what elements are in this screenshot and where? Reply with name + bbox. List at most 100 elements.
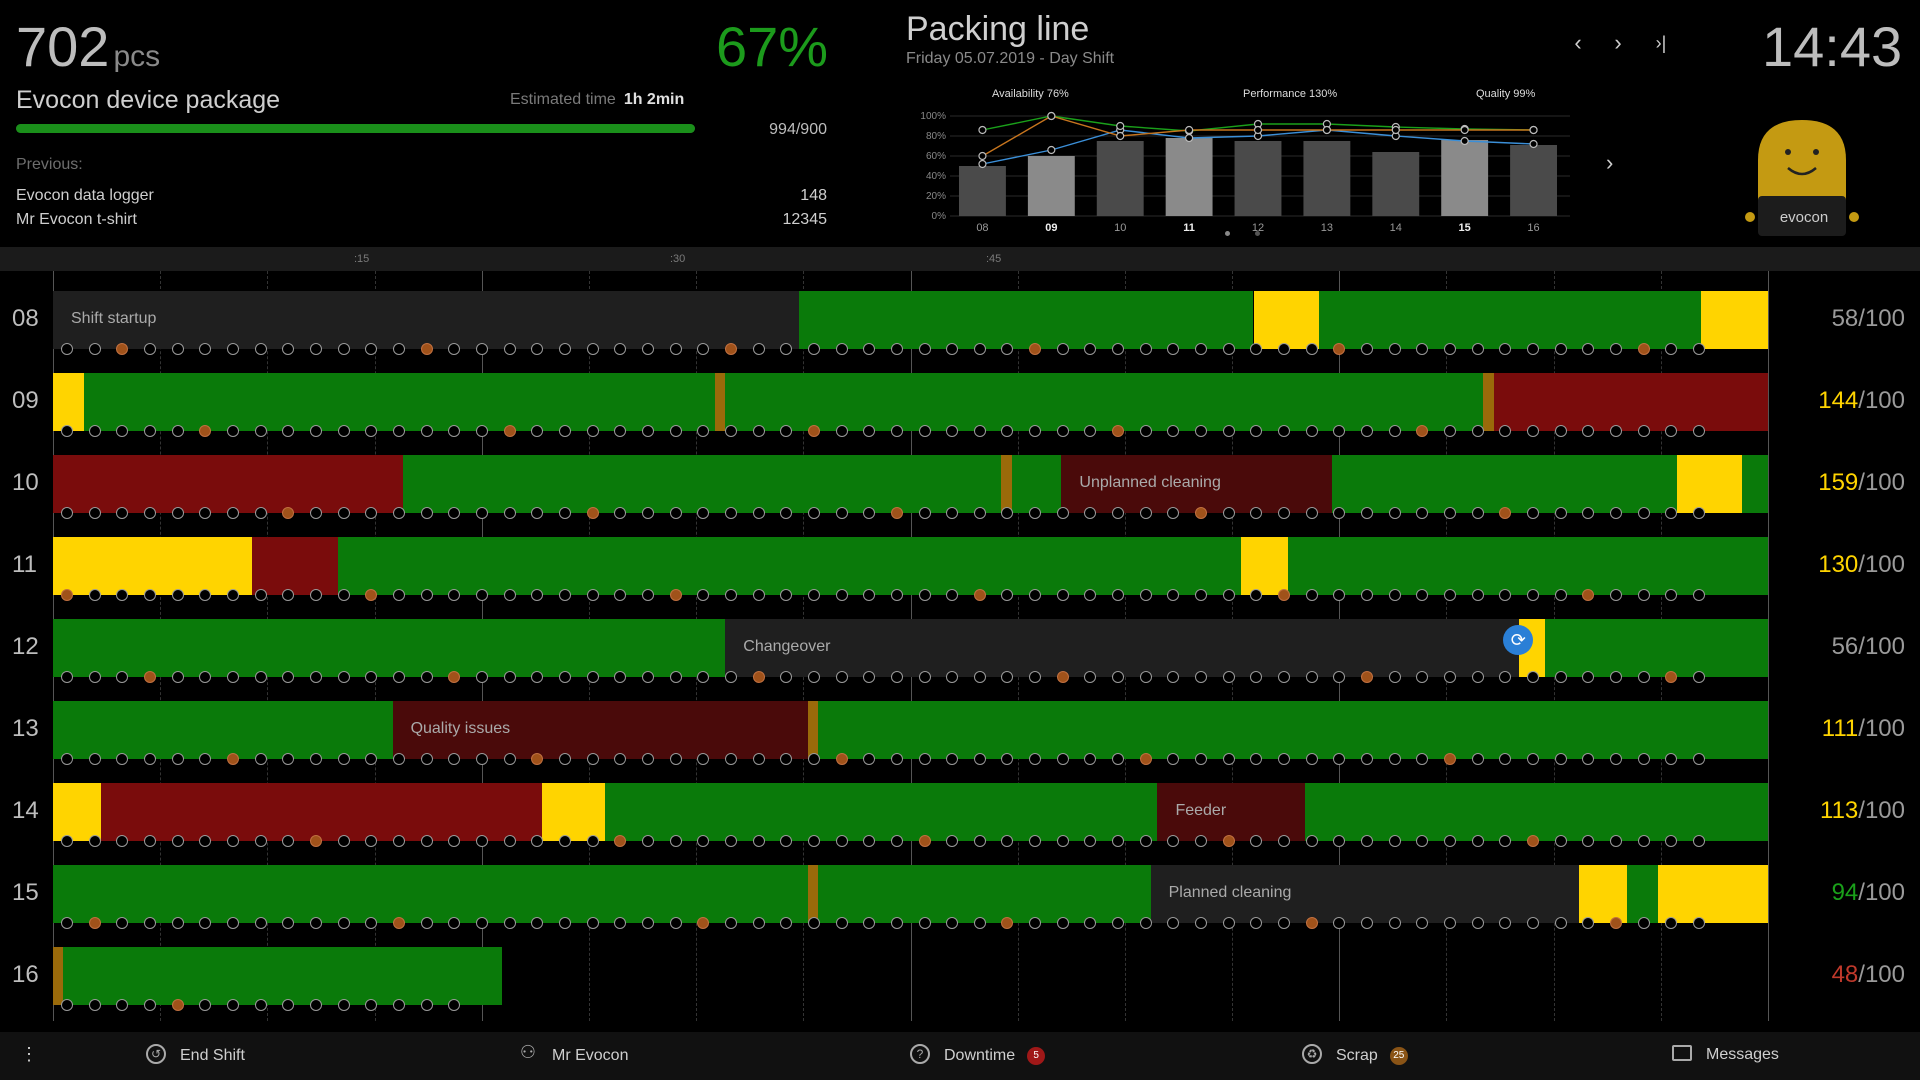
cycle-dot[interactable] [1112, 507, 1125, 519]
cycle-dot[interactable] [1554, 343, 1567, 355]
cycle-dot[interactable] [697, 589, 710, 601]
cycle-dot[interactable] [309, 425, 322, 437]
cycle-dot[interactable] [724, 917, 737, 929]
cycle-dot[interactable] [475, 753, 488, 765]
cycle-dot[interactable] [1084, 589, 1097, 601]
cycle-dot[interactable] [61, 835, 73, 847]
cycle-dot[interactable] [88, 425, 101, 437]
cycle-dot[interactable] [1361, 835, 1374, 847]
cycle-dot[interactable] [890, 589, 903, 601]
cycle-dot[interactable] [973, 507, 986, 519]
cycle-dot[interactable] [199, 671, 212, 683]
cycle-dot[interactable] [1610, 835, 1623, 847]
cycle-dot[interactable] [780, 753, 793, 765]
cycle-dot[interactable] [558, 589, 571, 601]
cycle-dot[interactable] [392, 753, 405, 765]
cycle-dot[interactable] [1471, 425, 1484, 437]
cycle-dot[interactable] [1278, 507, 1291, 519]
cycle-dot[interactable] [226, 425, 239, 437]
cycle-dot[interactable] [392, 999, 405, 1011]
cycle-dot[interactable] [337, 343, 350, 355]
cycle-dot[interactable] [1499, 917, 1512, 929]
cycle-dot[interactable] [918, 343, 931, 355]
cycle-dot[interactable] [697, 425, 710, 437]
cycle-dot[interactable] [531, 917, 544, 929]
cycle-dot[interactable] [475, 425, 488, 437]
cycle-dot[interactable] [697, 917, 710, 929]
cycle-dot[interactable] [1222, 425, 1235, 437]
cycle-dot[interactable] [890, 753, 903, 765]
cycle-dot[interactable] [392, 507, 405, 519]
cycle-dot[interactable] [1582, 425, 1595, 437]
cycle-dot[interactable] [61, 425, 73, 437]
cycle-dot[interactable] [946, 835, 959, 847]
cycle-dot[interactable] [697, 507, 710, 519]
cycle-dot[interactable] [1001, 753, 1014, 765]
cycle-dot[interactable] [835, 425, 848, 437]
cycle-dot[interactable] [309, 671, 322, 683]
cycle-dot[interactable] [1029, 425, 1042, 437]
cycle-dot[interactable] [1056, 343, 1069, 355]
cycle-dot[interactable] [143, 425, 156, 437]
cycle-dot[interactable] [282, 999, 295, 1011]
planned-stop-segment[interactable] [725, 619, 1520, 677]
cycle-dot[interactable] [752, 343, 765, 355]
cycle-dot[interactable] [1222, 507, 1235, 519]
cycle-dot[interactable] [1471, 671, 1484, 683]
cycle-dot[interactable] [1250, 917, 1263, 929]
cycle-dot[interactable] [697, 753, 710, 765]
cycle-dot[interactable] [199, 589, 212, 601]
cycle-dot[interactable] [1195, 671, 1208, 683]
cycle-dot[interactable] [890, 671, 903, 683]
cycle-dot[interactable] [1139, 343, 1152, 355]
cycle-dot[interactable] [254, 425, 267, 437]
cycle-dot[interactable] [641, 507, 654, 519]
cycle-dot[interactable] [780, 343, 793, 355]
cycle-dot[interactable] [1029, 917, 1042, 929]
cycle-dot[interactable] [1416, 835, 1429, 847]
cycle-dot[interactable] [61, 589, 73, 601]
cycle-dot[interactable] [807, 917, 820, 929]
cycle-dot[interactable] [558, 835, 571, 847]
cycle-dot[interactable] [420, 835, 433, 847]
cycle-dot[interactable] [1527, 507, 1540, 519]
cycle-dot[interactable] [1582, 507, 1595, 519]
cycle-dot[interactable] [1029, 753, 1042, 765]
cycle-dot[interactable] [1139, 589, 1152, 601]
cycle-dot[interactable] [116, 999, 129, 1011]
cycle-dot[interactable] [61, 671, 73, 683]
cycle-dot[interactable] [1665, 425, 1678, 437]
cycle-dot[interactable] [143, 671, 156, 683]
cycle-dot[interactable] [1582, 917, 1595, 929]
cycle-dot[interactable] [918, 589, 931, 601]
cycle-dot[interactable] [226, 999, 239, 1011]
more-menu-button[interactable]: ⋮ [20, 1044, 38, 1065]
cycle-dot[interactable] [946, 589, 959, 601]
cycle-dot[interactable] [1554, 671, 1567, 683]
cycle-dot[interactable] [558, 343, 571, 355]
cycle-dot[interactable] [1416, 425, 1429, 437]
cycle-dot[interactable] [835, 589, 848, 601]
cycle-dot[interactable] [614, 753, 627, 765]
cycle-dot[interactable] [1305, 589, 1318, 601]
cycle-dot[interactable] [669, 343, 682, 355]
cycle-dot[interactable] [807, 671, 820, 683]
cycle-dot[interactable] [1471, 343, 1484, 355]
cycle-dot[interactable] [61, 753, 73, 765]
prev-shift-button[interactable]: ‹ [1566, 30, 1590, 56]
cycle-dot[interactable] [143, 343, 156, 355]
cycle-dot[interactable] [1610, 507, 1623, 519]
cycle-dot[interactable] [1416, 753, 1429, 765]
cycle-dot[interactable] [337, 425, 350, 437]
cycle-dot[interactable] [88, 671, 101, 683]
cycle-dot[interactable] [1139, 425, 1152, 437]
cycle-dot[interactable] [780, 425, 793, 437]
cycle-dot[interactable] [1001, 589, 1014, 601]
cycle-dot[interactable] [918, 835, 931, 847]
cycle-dot[interactable] [1305, 835, 1318, 847]
cycle-dot[interactable] [1693, 753, 1706, 765]
cycle-dot[interactable] [614, 343, 627, 355]
cycle-dot[interactable] [420, 507, 433, 519]
cycle-dot[interactable] [946, 753, 959, 765]
cycle-dot[interactable] [1139, 507, 1152, 519]
